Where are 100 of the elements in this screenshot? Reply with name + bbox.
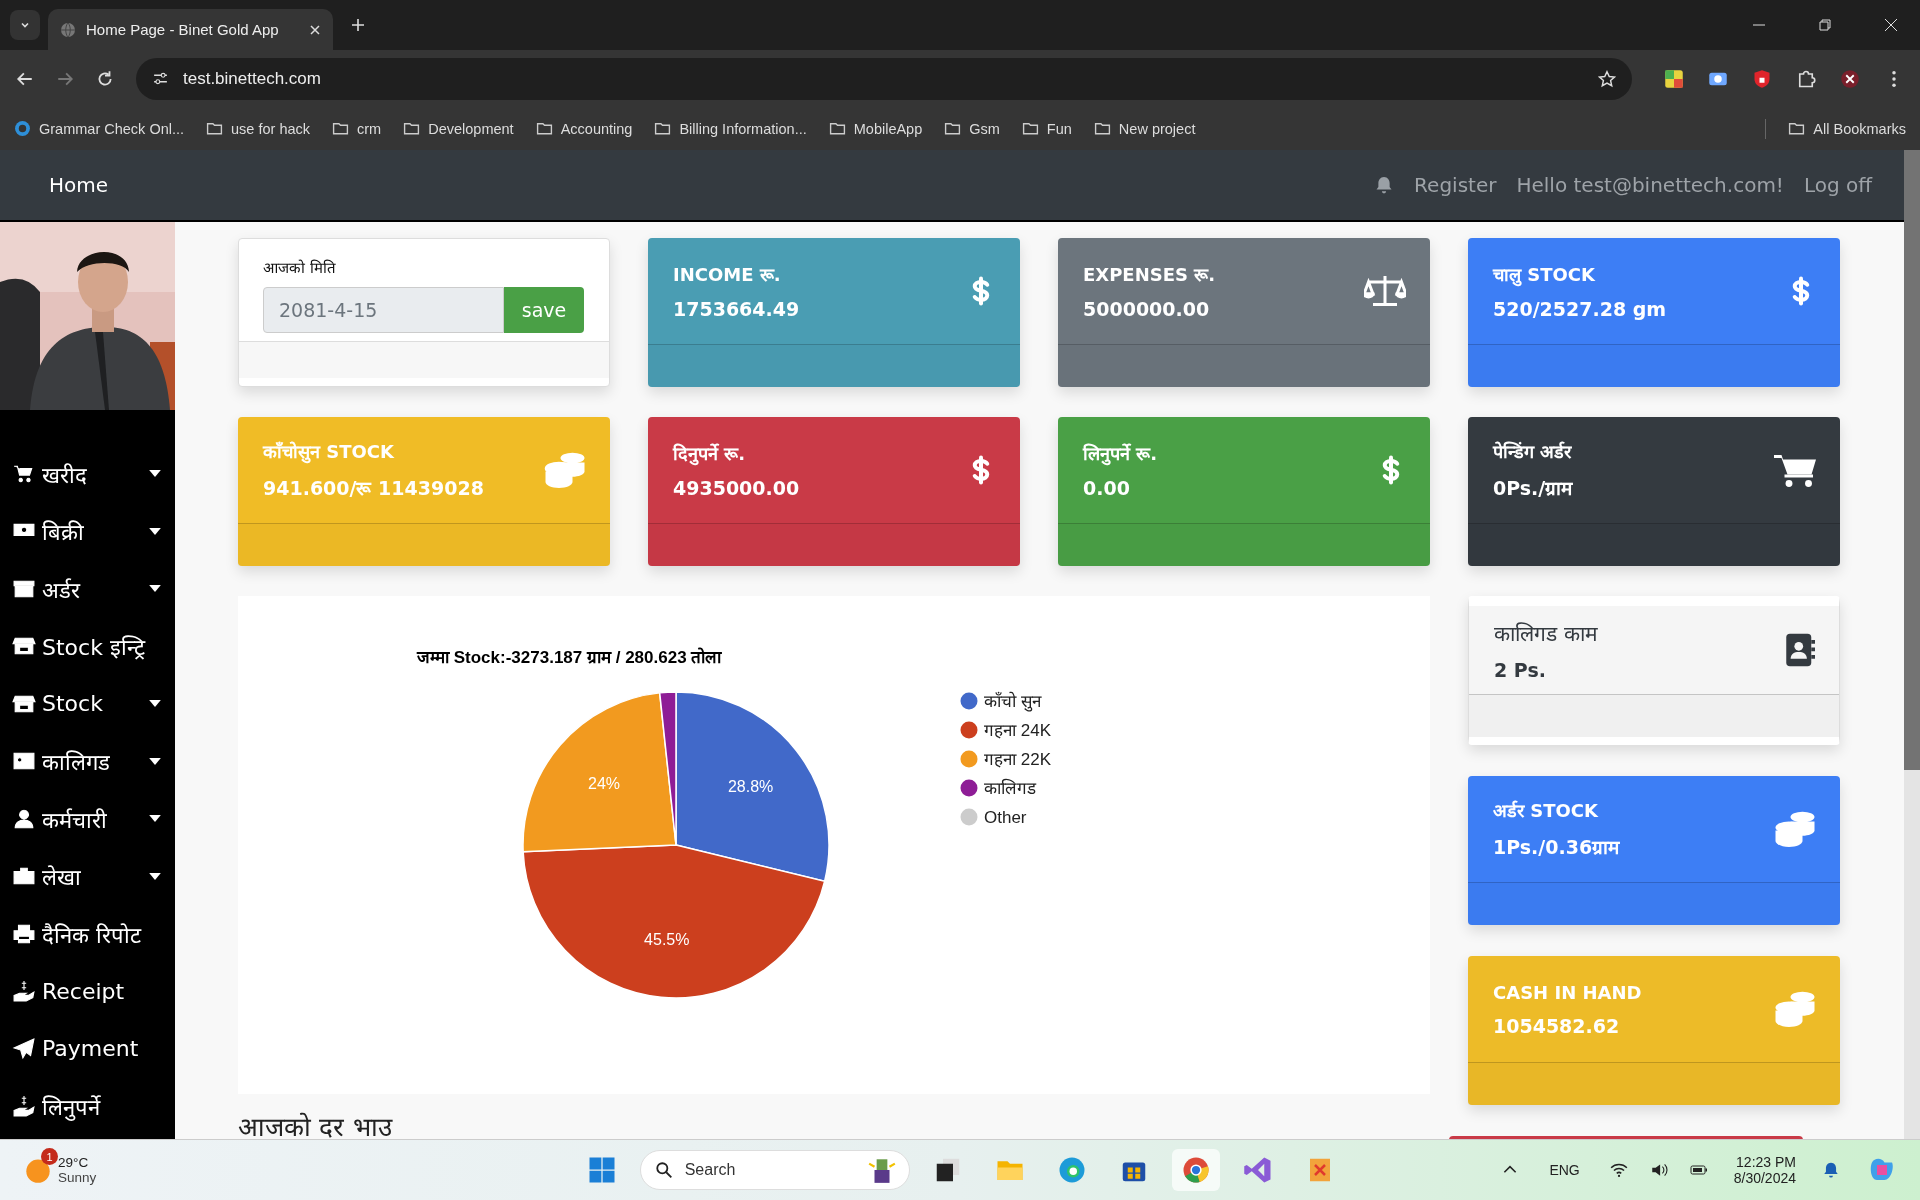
legend-label: गहना 22K [984,750,1052,769]
address-field[interactable]: test.binettech.com [136,57,1632,100]
restore-icon[interactable] [1818,18,1832,32]
bookmark-item[interactable]: New project [1093,120,1196,137]
folder-icon [332,120,350,137]
send-icon [12,1037,36,1060]
date-field[interactable]: 2081-4-15 [263,287,504,333]
sidebar-item[interactable]: Stock इन्ट्रि [0,617,175,675]
profile-icon[interactable] [1840,68,1860,89]
browser-tab[interactable]: Home Page - Binet Gold App [48,9,333,50]
folder-icon [1093,120,1111,137]
card-value: 941.600/रू 11439028 [263,476,485,501]
language-indicator[interactable]: ENG [1549,1162,1580,1178]
chrome-taskbar-button[interactable] [1171,1149,1220,1191]
weather-text: Sunny [58,1170,97,1185]
chart-title: जम्मा Stock:-3273.187 ग्राम / 280.623 तोला [417,648,722,667]
user-icon [12,807,36,830]
card-title: लिनुपर्ने रू. [1083,442,1159,465]
search-field[interactable]: Search [639,1150,910,1190]
sidebar-item[interactable]: लेखा [0,847,175,905]
slice-label: 45.5% [644,931,690,949]
card-title: पेन्डिंग अर्डर [1493,440,1573,463]
card-value: 4935000.00 [673,477,801,499]
close-window-icon[interactable] [1884,18,1898,32]
shield-icon[interactable] [1752,68,1772,89]
section-heading: आजको दर भाउ [238,1112,392,1139]
legend-item: Other [960,808,1027,827]
folder-icon [944,120,962,137]
clock[interactable]: 12:23 PM 8/30/2024 [1733,1154,1796,1186]
sidebar-item[interactable]: अर्डर [0,560,175,618]
coins-icon [544,450,586,490]
nav-link[interactable]: Hello test@binettech.com! [1516,173,1784,197]
caret-icon [149,470,161,478]
nav-link[interactable]: Register [1414,173,1497,197]
legend-item: काँचो सुन [960,692,1041,711]
caret-icon [149,527,161,535]
close-tab-icon[interactable] [309,23,321,36]
bookmark-item[interactable]: Fun [1021,120,1072,137]
date-label: आजको मिति [263,258,337,277]
slice-label: 28.8% [727,778,774,796]
temperature: 29°C [58,1155,90,1170]
card-title: कालिगड काम [1494,621,1599,647]
caret-icon [149,700,161,708]
sidebar-item[interactable]: खरीद [0,445,175,503]
puzzle-icon[interactable] [1796,68,1816,89]
visual-studio-icon[interactable] [1242,1155,1273,1185]
bookmark-item[interactable]: Grammar Check Onl... [14,120,185,137]
legend-label: काँचो सुन [984,691,1042,712]
bookmark-item[interactable]: crm [332,120,382,137]
caret-icon [149,757,161,765]
card-title: दिनुपर्ने रू. [673,442,747,465]
all-bookmarks-item[interactable]: All Bookmarks [1788,120,1906,137]
caret-icon [149,585,161,593]
card-value: 0.00 [1083,477,1131,499]
home-link[interactable]: Home [49,173,109,197]
caret-icon [149,815,161,823]
folder-icon [1788,120,1806,137]
bookmark-item[interactable]: Gsm [944,120,1000,137]
folder-icon [828,120,846,137]
card-value: 0Ps./ग्राम [1493,476,1574,501]
legend-label: Other [984,808,1027,827]
card-title: EXPENSES रू. [1083,263,1217,286]
notification-badge: 1 [41,1148,58,1165]
printer-icon [12,922,36,945]
legend-item: कालिगड [960,779,1036,798]
figure-icon [866,1157,897,1183]
bookmark-item[interactable]: use for hack [206,120,311,137]
bell-icon[interactable] [1822,1161,1840,1179]
extension-icon[interactable] [1664,68,1684,89]
bookmark-item[interactable]: MobileApp [828,120,923,137]
sidebar-item[interactable]: कर्मचारी [0,790,175,848]
card-title: अर्डर STOCK [1493,799,1599,822]
sidebar-item[interactable]: Receipt [0,962,175,1020]
card-title: INCOME रू. [673,263,782,286]
sidebar-item[interactable]: दैनिक रिपोट [0,905,175,963]
sidebar-item[interactable]: बिक्री [0,502,175,560]
new-tab-icon[interactable] [351,18,365,32]
reload-icon[interactable] [96,69,114,88]
card-title: CASH IN HAND [1493,981,1643,1003]
site-settings-icon[interactable] [152,70,169,87]
legend-item: गहना 22K [960,750,1051,769]
search-icon [654,1161,673,1179]
sidebar-item[interactable]: Payment [0,1020,175,1078]
folder-icon [654,120,672,137]
legend-label: कालिगड [984,778,1037,798]
bookmark-item[interactable]: Accounting [535,120,633,137]
sidebar-item[interactable]: Stock [0,675,175,733]
nav-link[interactable]: Log off [1803,173,1872,197]
bookmark-item[interactable]: Billing Information... [654,120,807,137]
sidebar-item[interactable]: कालिगड [0,732,175,790]
folder-icon [1021,120,1039,137]
coins-icon [1774,809,1816,849]
wifi-icon[interactable] [1609,1161,1628,1179]
card-value: 1Ps./0.36ग्राम [1493,835,1621,860]
scrollbar[interactable] [1904,150,1920,1139]
site-icon [14,120,31,137]
bookmark-item[interactable]: Development [403,120,514,137]
card-value: 2 Ps. [1494,659,1547,681]
sidebar-item[interactable]: लिनुपर्ने [0,1077,175,1135]
bookmark-star-icon[interactable] [1598,69,1616,88]
